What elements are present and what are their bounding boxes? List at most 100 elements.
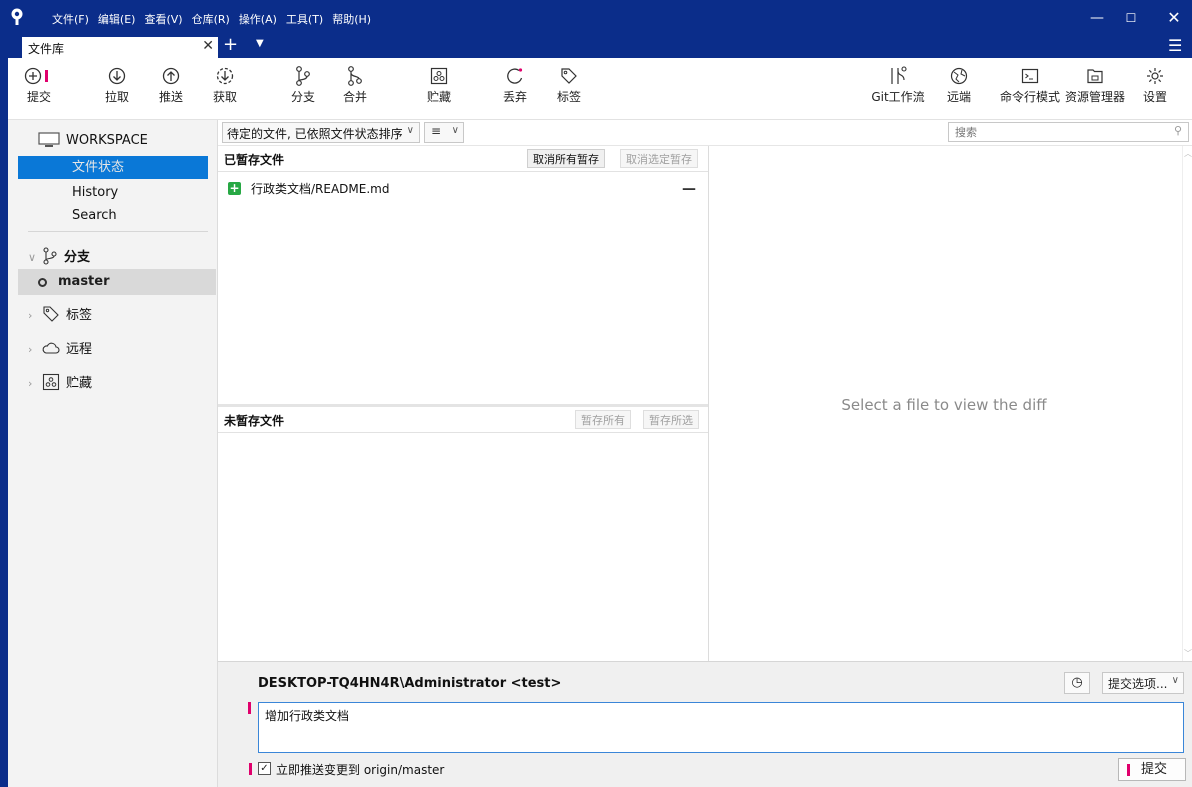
push-tool-label: 推送 bbox=[158, 90, 183, 104]
chevron-down-icon: ∨ bbox=[1171, 675, 1179, 686]
stash-icon bbox=[42, 373, 60, 390]
sidebar-item-file-status[interactable]: 文件状态 bbox=[18, 156, 208, 179]
merge-tool-button[interactable]: 合并 bbox=[340, 62, 370, 105]
menu-tools[interactable]: 工具(T) bbox=[286, 11, 323, 27]
stashes-label: 贮藏 bbox=[66, 376, 93, 391]
explorer-tool-label: 资源管理器 bbox=[1064, 90, 1125, 104]
remote-tool-label: 远端 bbox=[946, 90, 971, 104]
terminal-tool-button[interactable]: 命令行模式 bbox=[994, 62, 1066, 105]
tag-tool-label: 标签 bbox=[556, 90, 581, 104]
merge-tool-label: 合并 bbox=[342, 90, 367, 104]
tag-icon bbox=[43, 305, 59, 322]
list-item[interactable]: + 行政类文档/README.md — bbox=[228, 180, 704, 198]
commit-options-label: 提交选项... bbox=[1108, 677, 1168, 691]
unstage-selected-button[interactable]: 取消选定暂存 bbox=[620, 149, 698, 168]
commit-message-input[interactable]: 增加行政类文档 bbox=[258, 702, 1184, 753]
push-tool-button[interactable]: 推送 bbox=[156, 62, 186, 105]
push-immediately-checkbox[interactable]: ✓ bbox=[258, 762, 271, 775]
sort-dropdown[interactable]: 待定的文件, 已依照文件状态排序 ∨ bbox=[222, 122, 420, 143]
chevron-down-icon: ∨ bbox=[406, 125, 414, 136]
sidebar-section-branches[interactable]: 分支 bbox=[42, 246, 90, 265]
diff-scrollbar[interactable]: ︿ ﹀ bbox=[1182, 146, 1192, 661]
unstage-file-icon[interactable]: — bbox=[682, 180, 696, 198]
branch-master-item[interactable]: master bbox=[18, 269, 216, 295]
explorer-tool-button[interactable]: 资源管理器 bbox=[1062, 62, 1128, 105]
scroll-down-icon[interactable]: ﹀ bbox=[1184, 648, 1192, 659]
workspace-label: WORKSPACE bbox=[66, 132, 148, 148]
sidebar-section-remotes[interactable]: 远程 bbox=[42, 338, 92, 357]
chevron-right-icon[interactable]: › bbox=[28, 343, 32, 356]
stage-all-button[interactable]: 暂存所有 bbox=[575, 410, 631, 429]
menu-edit[interactable]: 编辑(E) bbox=[98, 11, 136, 27]
chevron-right-icon[interactable]: › bbox=[28, 377, 32, 390]
search-input[interactable] bbox=[948, 122, 1189, 142]
pull-tool-button[interactable]: 拉取 bbox=[102, 62, 132, 105]
commit-button[interactable]: 提交 bbox=[1118, 758, 1186, 781]
branches-label: 分支 bbox=[64, 250, 91, 265]
folder-icon bbox=[1062, 62, 1128, 88]
discard-icon bbox=[500, 62, 530, 88]
sidebar-divider bbox=[28, 231, 208, 232]
remote-tool-button[interactable]: 远端 bbox=[944, 62, 974, 105]
branch-tool-label: 分支 bbox=[290, 90, 315, 104]
search-icon[interactable]: ⚲ bbox=[1174, 124, 1182, 137]
unstage-all-button[interactable]: 取消所有暂存 bbox=[527, 149, 605, 168]
scroll-up-icon[interactable]: ︿ bbox=[1184, 148, 1192, 159]
merge-icon bbox=[340, 62, 370, 88]
sidebar-section-stashes[interactable]: 贮藏 bbox=[42, 372, 92, 391]
message-marker bbox=[248, 702, 251, 714]
chevron-down-icon[interactable]: ∨ bbox=[28, 251, 36, 264]
push-marker bbox=[249, 763, 252, 775]
workspace-header: WORKSPACE bbox=[38, 130, 148, 150]
tags-label: 标签 bbox=[66, 308, 93, 323]
diff-placeholder: Select a file to view the diff bbox=[841, 396, 1047, 414]
maximize-icon[interactable]: ☐ bbox=[1121, 8, 1141, 28]
sidebar-item-search[interactable]: Search bbox=[18, 204, 208, 227]
chevron-down-icon: ∨ bbox=[451, 125, 459, 136]
sidebar-item-history[interactable]: History bbox=[18, 181, 208, 204]
pull-tool-label: 拉取 bbox=[104, 90, 129, 104]
gitflow-tool-button[interactable]: Git工作流 bbox=[868, 62, 928, 105]
menu-bar: 文件(F) 编辑(E) 查看(V) 仓库(R) 操作(A) 工具(T) 帮助(H… bbox=[52, 11, 380, 27]
staged-files-title: 已暂存文件 bbox=[224, 153, 285, 167]
tag-tool-button[interactable]: 标签 bbox=[554, 62, 584, 105]
stash-tool-button[interactable]: 贮藏 bbox=[424, 62, 454, 105]
unstaged-files-list bbox=[218, 433, 708, 661]
commit-history-button[interactable]: ◷ bbox=[1064, 672, 1090, 694]
discard-tool-label: 丢弃 bbox=[502, 90, 527, 104]
chevron-down-icon[interactable]: ▼ bbox=[256, 38, 264, 49]
globe-icon bbox=[944, 62, 974, 88]
commit-button-marker bbox=[1127, 764, 1130, 776]
view-mode-dropdown[interactable]: ≡ ∨ bbox=[424, 122, 464, 143]
branch-tool-button[interactable]: 分支 bbox=[288, 62, 318, 105]
monitor-icon bbox=[38, 132, 60, 147]
new-tab-icon[interactable]: + bbox=[223, 34, 238, 55]
commit-tool-button[interactable]: 提交 bbox=[22, 62, 56, 105]
commit-options-dropdown[interactable]: 提交选项... ∨ bbox=[1102, 672, 1184, 694]
close-tab-icon[interactable]: ✕ bbox=[202, 38, 214, 54]
menu-view[interactable]: 查看(V) bbox=[144, 11, 182, 27]
sidebar-section-tags[interactable]: 标签 bbox=[42, 304, 92, 323]
menu-repository[interactable]: 仓库(R) bbox=[192, 11, 230, 27]
menu-help[interactable]: 帮助(H) bbox=[332, 11, 371, 27]
repo-tab[interactable]: 文件库 ✕ bbox=[22, 37, 218, 58]
chevron-right-icon[interactable]: › bbox=[28, 309, 32, 322]
stage-selected-button[interactable]: 暂存所选 bbox=[643, 410, 699, 429]
tag-icon bbox=[554, 62, 584, 88]
sidebar: WORKSPACE 文件状态 History Search ∨ 分支 maste… bbox=[8, 120, 218, 787]
minimize-icon[interactable]: — bbox=[1087, 8, 1107, 28]
stash-tool-label: 贮藏 bbox=[426, 90, 451, 104]
discard-tool-button[interactable]: 丢弃 bbox=[500, 62, 530, 105]
toolbar: 提交 拉取 推送 获取 分支 合并 贮藏 丢弃 标签 Git工作流 远端 命令行… bbox=[8, 58, 1192, 120]
commit-author: DESKTOP-TQ4HN4R\Administrator <test> bbox=[258, 676, 562, 691]
staged-files-list: + 行政类文档/README.md — bbox=[218, 172, 708, 404]
close-icon[interactable]: ✕ bbox=[1164, 8, 1184, 28]
menu-file[interactable]: 文件(F) bbox=[52, 11, 89, 27]
unstaged-files-title: 未暂存文件 bbox=[224, 414, 285, 428]
fetch-tool-button[interactable]: 获取 bbox=[210, 62, 240, 105]
sourcetree-logo-icon bbox=[11, 8, 23, 25]
settings-tool-button[interactable]: 设置 bbox=[1140, 62, 1170, 105]
menu-actions[interactable]: 操作(A) bbox=[239, 11, 277, 27]
diff-panel: Select a file to view the diff ︿ ﹀ bbox=[708, 146, 1192, 661]
hamburger-menu-icon[interactable]: ☰ bbox=[1168, 36, 1182, 55]
